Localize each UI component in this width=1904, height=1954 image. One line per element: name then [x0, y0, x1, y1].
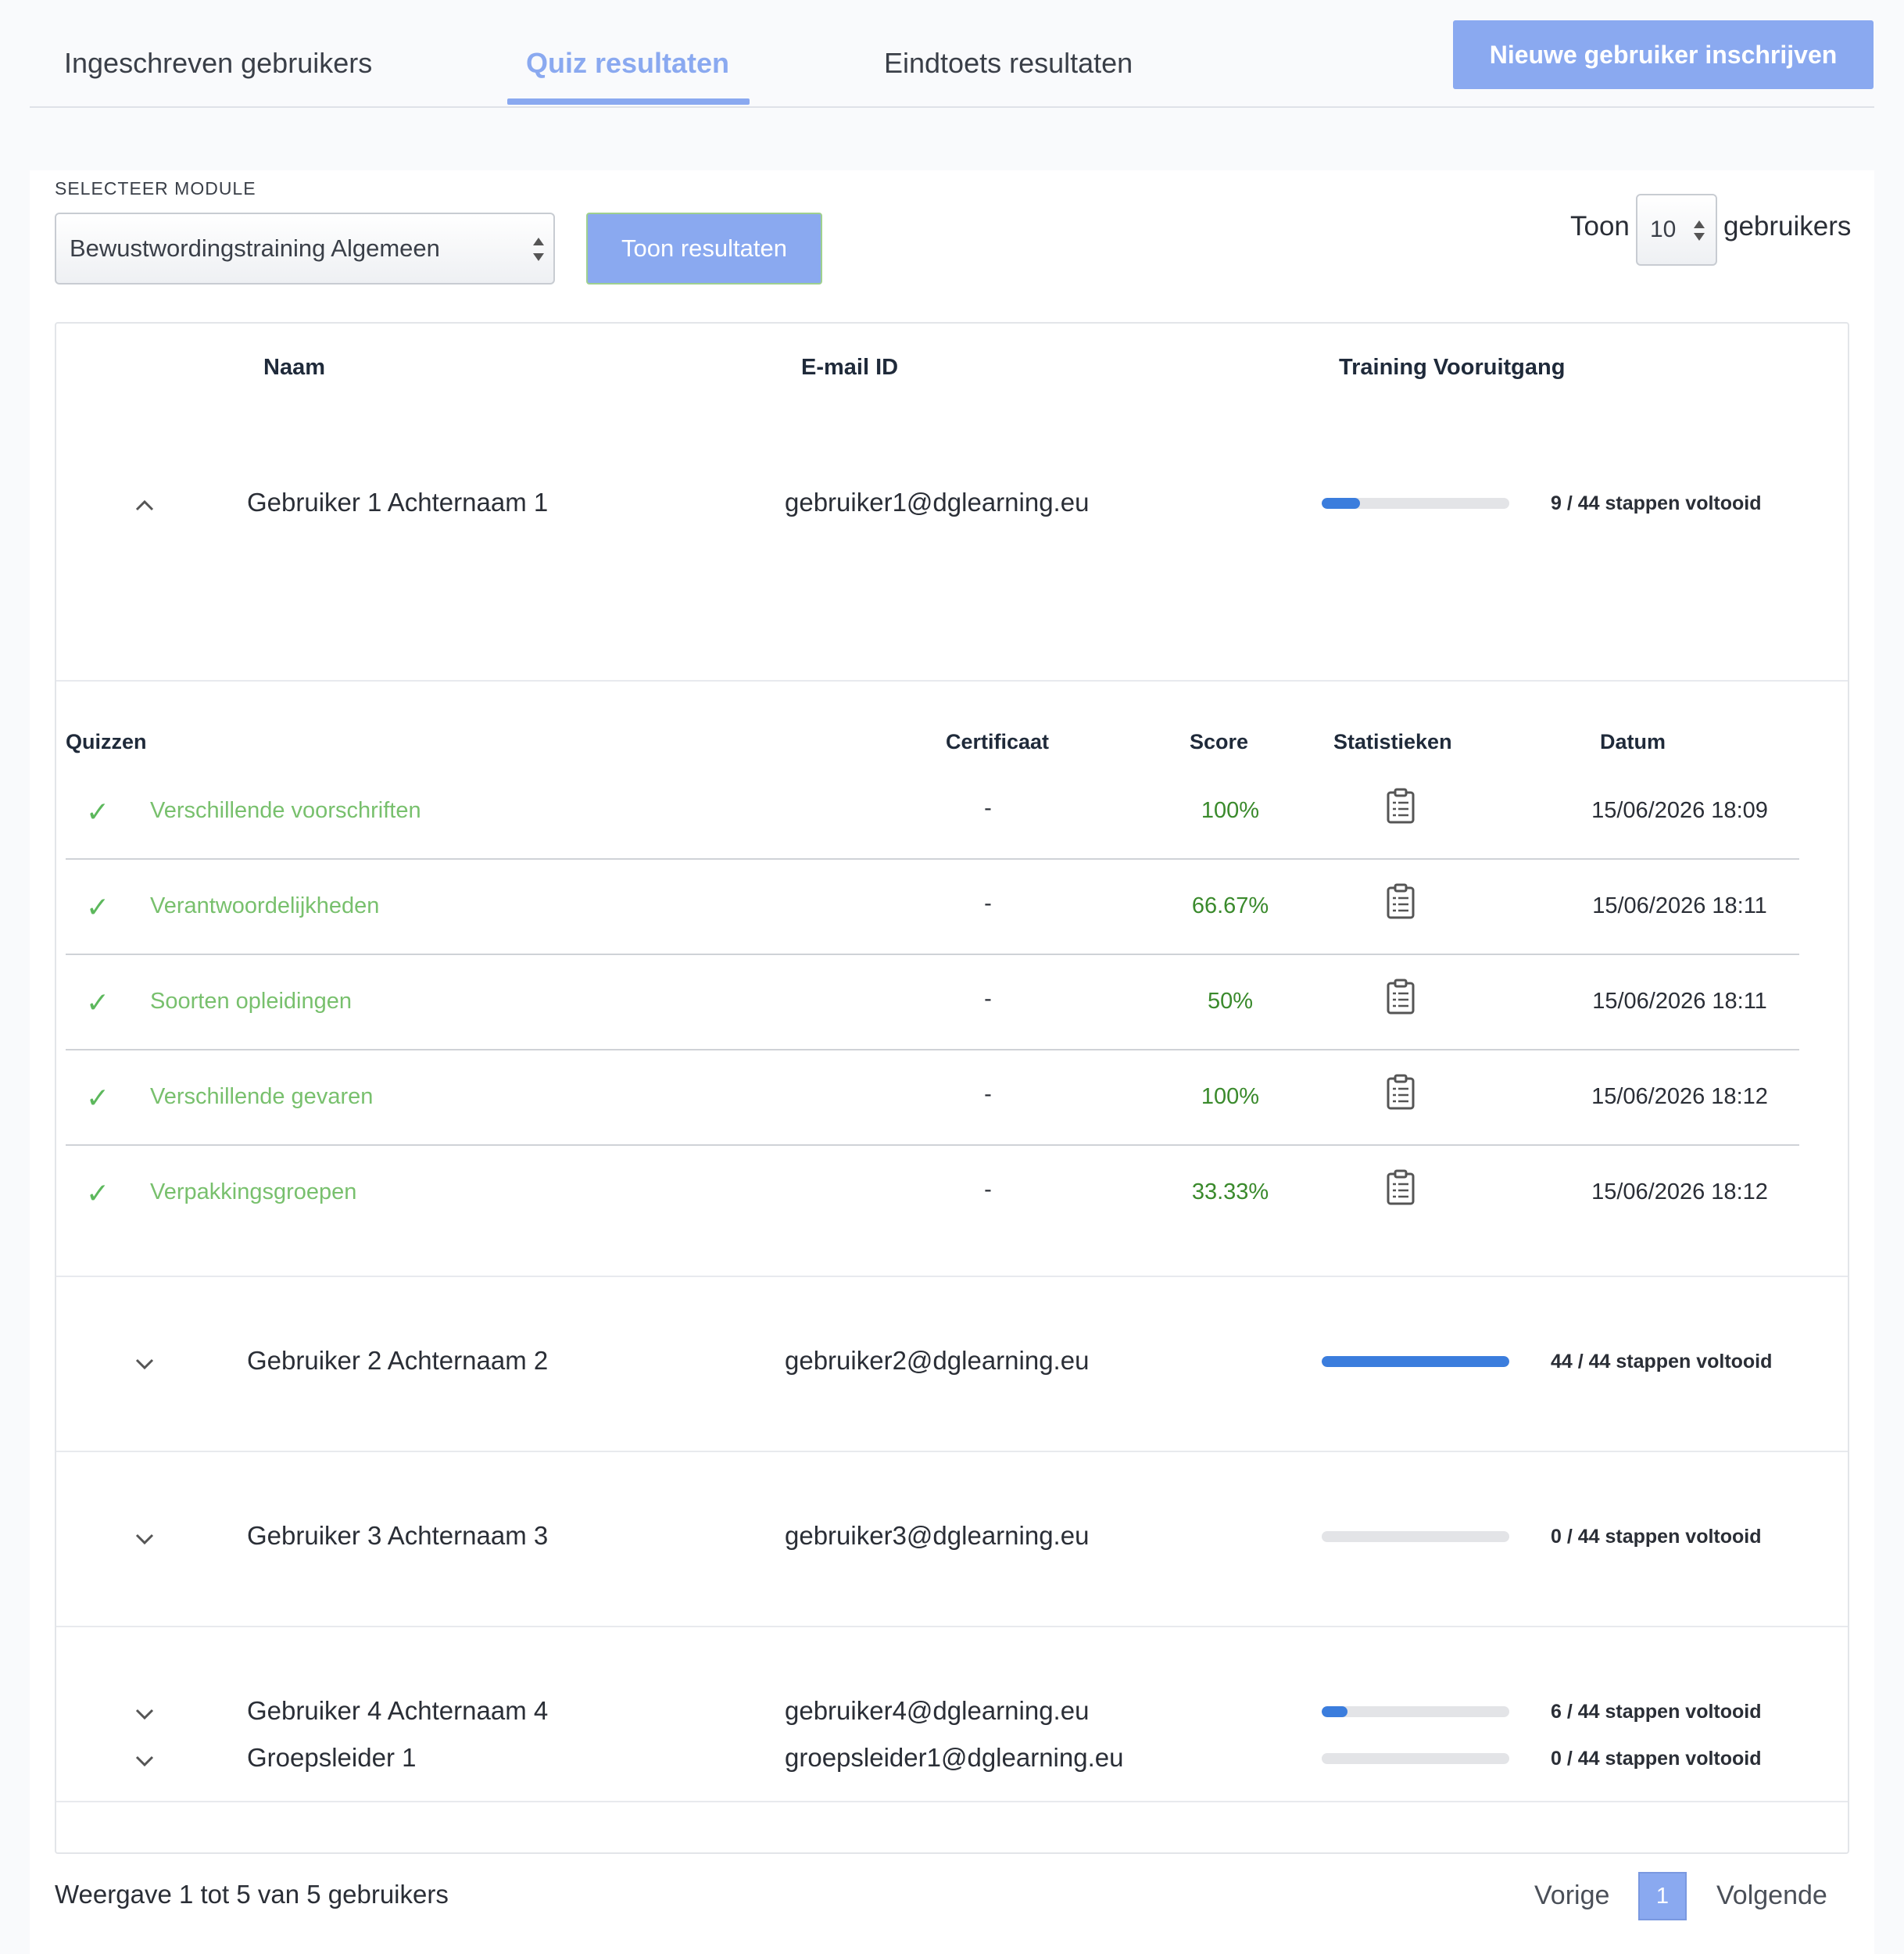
chevron-down-icon[interactable]: [133, 1749, 156, 1773]
list-item: ✓ Verschillende voorschriften - 100% 15/…: [66, 764, 1799, 860]
tab-quiz-results[interactable]: Quiz resultaten: [526, 47, 729, 80]
quiz-date: 15/06/2026 18:12: [1591, 1084, 1768, 1109]
clipboard-icon[interactable]: [1385, 788, 1416, 825]
user-name: Gebruiker 2 Achternaam 2: [247, 1346, 549, 1375]
clipboard-icon[interactable]: [1385, 1169, 1416, 1207]
quiz-name-link[interactable]: Soorten opleidingen: [150, 989, 352, 1015]
check-icon: ✓: [86, 1082, 110, 1114]
quiz-name-link[interactable]: Verschillende voorschriften: [150, 798, 421, 824]
user-email: groepsleider1@dglearning.eu: [785, 1743, 1124, 1772]
quiz-date: 15/06/2026 18:11: [1592, 893, 1767, 918]
list-item: ✓ Soorten opleidingen - 50% 15/06/2026 1…: [66, 955, 1799, 1050]
user-row-content: Gebruiker 1 Achternaam 1 gebruiker1@dgle…: [56, 488, 1848, 682]
list-item: ✓ Verschillende gevaren - 100% 15/06/202…: [66, 1050, 1799, 1146]
chevron-up-icon[interactable]: [133, 494, 156, 517]
show-results-button[interactable]: Toon resultaten: [586, 213, 822, 285]
clipboard-icon[interactable]: [1385, 1074, 1416, 1111]
progress-bar: [1322, 1356, 1509, 1367]
quiz-header-quizzes: Quizzen: [66, 730, 147, 753]
progress-text: 0 / 44 stappen voltooid: [1551, 1526, 1762, 1548]
quiz-header-date: Datum: [1600, 730, 1666, 753]
clipboard-icon[interactable]: [1385, 979, 1416, 1016]
page-size-value: 10: [1650, 217, 1677, 242]
page-size-select[interactable]: 10: [1636, 194, 1717, 266]
pagination-summary: Weergave 1 tot 5 van 5 gebruikers: [55, 1880, 449, 1909]
module-select-label: SELECTEER MODULE: [55, 178, 256, 199]
progress-fill: [1322, 498, 1361, 509]
progress-bar: [1322, 1531, 1509, 1542]
progress-fill: [1322, 1356, 1509, 1367]
chevron-down-icon[interactable]: [133, 1352, 156, 1376]
select-arrows-icon: [533, 238, 544, 261]
pagination-page-current[interactable]: 1: [1638, 1872, 1687, 1920]
tab-enrolled-users[interactable]: Ingeschreven gebruikers: [64, 47, 372, 80]
clipboard-icon[interactable]: [1385, 883, 1416, 921]
table-row: Gebruiker 3 Achternaam 3 gebruiker3@dgle…: [56, 1452, 1848, 1627]
select-arrows-icon: [1694, 220, 1705, 241]
table-row: Gebruiker 2 Achternaam 2 gebruiker2@dgle…: [56, 1277, 1848, 1452]
user-email: gebruiker1@dglearning.eu: [785, 488, 1090, 517]
table-row: Gebruiker 1 Achternaam 1 gebruiker1@dgle…: [56, 324, 1848, 682]
user-name: Gebruiker 1 Achternaam 1: [247, 488, 549, 517]
user-email: gebruiker3@dglearning.eu: [785, 1521, 1090, 1550]
pagination-next[interactable]: Volgende: [1716, 1881, 1827, 1911]
list-item: ✓ Verpakkingsgroepen - 33.33% 15/06/2026…: [66, 1146, 1799, 1241]
progress-bar: [1322, 498, 1509, 509]
pagination-previous[interactable]: Vorige: [1534, 1881, 1609, 1911]
progress-text: 9 / 44 stappen voltooid: [1551, 492, 1762, 514]
quiz-score: 50%: [1207, 989, 1254, 1014]
user-email: gebruiker2@dglearning.eu: [785, 1346, 1090, 1375]
check-icon: ✓: [86, 796, 110, 828]
list-item: ✓ Verantwoordelijkheden - 66.67% 15/06/2…: [66, 860, 1799, 955]
quiz-score: 100%: [1201, 798, 1260, 823]
user-name: Groepsleider 1: [247, 1743, 417, 1772]
module-select-value: Bewustwordingstraining Algemeen: [70, 234, 440, 262]
user-name: Gebruiker 3 Achternaam 3: [247, 1521, 549, 1550]
page-size-suffix: gebruikers: [1723, 211, 1852, 242]
quiz-certificate: -: [984, 1082, 992, 1107]
quiz-name-link[interactable]: Verschillende gevaren: [150, 1084, 373, 1110]
check-icon: ✓: [86, 1177, 110, 1209]
progress-bar: [1322, 1753, 1509, 1764]
check-icon: ✓: [86, 891, 110, 923]
quiz-date: 15/06/2026 18:12: [1591, 1179, 1768, 1204]
module-select[interactable]: Bewustwordingstraining Algemeen: [55, 213, 555, 285]
quiz-certificate: -: [984, 986, 992, 1011]
quiz-header-certificate: Certificaat: [946, 730, 1050, 753]
quiz-date: 15/06/2026 18:11: [1592, 989, 1767, 1014]
quiz-header-stats: Statistieken: [1333, 730, 1452, 753]
quiz-score: 33.33%: [1191, 1179, 1269, 1204]
page-size-prefix: Toon: [1570, 211, 1630, 242]
quiz-score: 66.67%: [1191, 893, 1269, 918]
quiz-certificate: -: [984, 891, 992, 916]
quiz-header-score: Score: [1190, 730, 1249, 753]
quiz-results-subtable: Quizzen Certificaat Score Statistieken D…: [56, 682, 1848, 1277]
progress-text: 44 / 44 stappen voltooid: [1551, 1351, 1773, 1372]
quiz-date: 15/06/2026 18:09: [1591, 798, 1768, 823]
users-table: Naam E-mail ID Training Vooruitgang Gebr…: [55, 322, 1849, 1854]
enroll-new-user-button[interactable]: Nieuwe gebruiker inschrijven: [1453, 20, 1874, 89]
tab-final-test-results[interactable]: Eindtoets resultaten: [884, 47, 1133, 80]
quiz-name-link[interactable]: Verantwoordelijkheden: [150, 893, 379, 919]
quiz-name-link[interactable]: Verpakkingsgroepen: [150, 1179, 356, 1205]
chevron-down-icon[interactable]: [133, 1527, 156, 1551]
active-tab-indicator: [507, 98, 750, 105]
quiz-certificate: -: [984, 796, 992, 821]
table-row: Groepsleider 1 groepsleider1@dglearning.…: [56, 1679, 1848, 1854]
quiz-score: 100%: [1201, 1084, 1260, 1109]
quiz-certificate: -: [984, 1177, 992, 1202]
progress-text: 0 / 44 stappen voltooid: [1551, 1748, 1762, 1770]
check-icon: ✓: [86, 986, 110, 1018]
